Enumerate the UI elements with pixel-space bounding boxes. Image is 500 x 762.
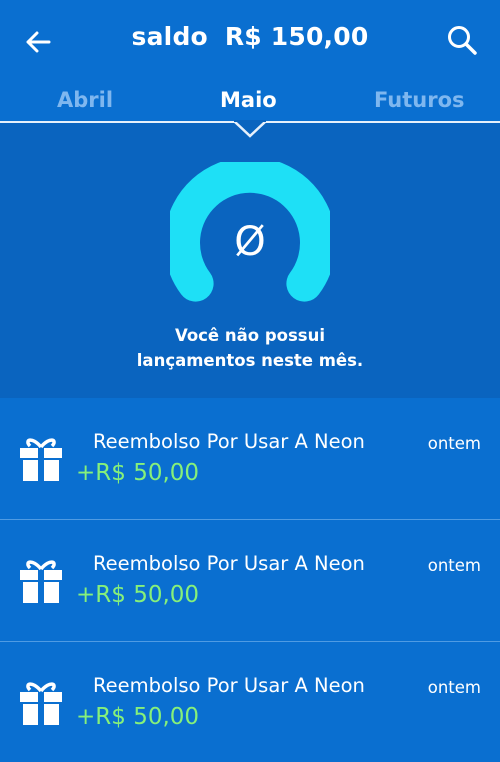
balance-value: R$ 150,00 [224, 22, 369, 51]
transaction-item[interactable]: Reembolso Por Usar A Neon +R$ 50,00 onte… [0, 642, 500, 762]
search-icon [448, 26, 477, 55]
transaction-date: ontem [427, 678, 481, 697]
tab-futuros[interactable]: Futuros [374, 88, 465, 112]
search-button[interactable] [442, 20, 482, 60]
tab-maio[interactable]: Maio [220, 88, 277, 112]
transaction-date: ontem [427, 434, 481, 453]
transaction-item[interactable]: Reembolso Por Usar A Neon +R$ 50,00 onte… [0, 520, 500, 642]
transaction-title: Reembolso Por Usar A Neon [93, 552, 365, 575]
transaction-amount: +R$ 50,00 [76, 704, 200, 730]
empty-set-icon: Ø [170, 162, 330, 302]
empty-message-line2: lançamentos neste mês. [136, 351, 364, 370]
gift-icon [20, 560, 62, 603]
top-bar: saldo R$ 150,00 [0, 0, 500, 82]
gift-icon [20, 438, 62, 481]
gift-icon [20, 682, 62, 725]
tab-abril[interactable]: Abril [57, 88, 113, 112]
balance-title: saldo R$ 150,00 [0, 22, 500, 51]
empty-message-line1: Você não possui [174, 326, 326, 345]
active-tab-pointer [234, 120, 266, 138]
transaction-amount: +R$ 50,00 [76, 582, 200, 608]
month-tabs: Abril Maio Futuros [0, 82, 500, 122]
empty-symbol: Ø [234, 219, 265, 265]
balance-label: saldo [131, 22, 208, 51]
transaction-title: Reembolso Por Usar A Neon [93, 430, 365, 453]
transaction-title: Reembolso Por Usar A Neon [93, 674, 365, 697]
empty-message: Você não possui lançamentos neste mês. [0, 323, 500, 373]
transaction-item[interactable]: Reembolso Por Usar A Neon +R$ 50,00 onte… [0, 398, 500, 520]
transaction-amount: +R$ 50,00 [76, 460, 200, 486]
transaction-date: ontem [427, 556, 481, 575]
transaction-list: Reembolso Por Usar A Neon +R$ 50,00 onte… [0, 398, 500, 762]
